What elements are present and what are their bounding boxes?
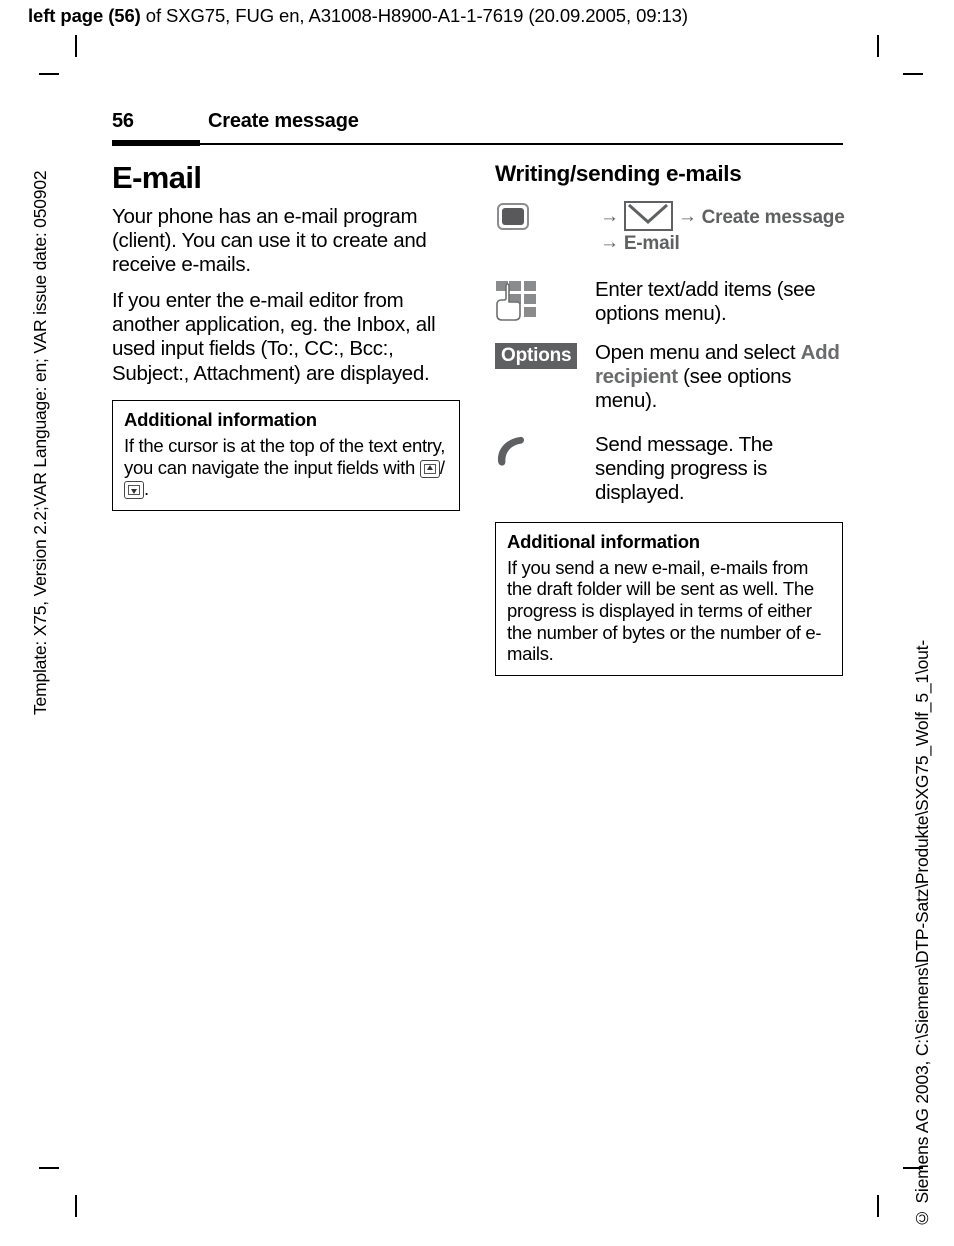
step-row-enter-text: Enter text/add items (see options menu). bbox=[495, 278, 845, 327]
info-box-icon-separator: / bbox=[439, 456, 445, 478]
running-head-rest: of SXG75, FUG en, A31008-H8900-A1-1-7619… bbox=[140, 5, 688, 26]
additional-information-box-left: Additional information If the cursor is … bbox=[112, 399, 460, 511]
step-icon-cell bbox=[495, 433, 595, 474]
info-box-body-left: If the cursor is at the top of the text … bbox=[124, 435, 449, 500]
copyright-side-note-text: © Siemens AG 2003, C:\Siemens\DTP-Satz\P… bbox=[912, 640, 932, 1228]
info-box-body-right: If you send a new e-mail, e-mails from t… bbox=[507, 556, 822, 665]
info-box-title-right: Additional information bbox=[507, 530, 700, 552]
info-box-title-left: Additional information bbox=[124, 408, 317, 430]
info-box-text-after-icons: . bbox=[144, 478, 149, 500]
step-row-send: Send message. The sending progress is di… bbox=[495, 433, 845, 506]
step-icon-cell bbox=[495, 201, 595, 230]
nav-target-email: E-mail bbox=[623, 232, 680, 254]
crop-mark-bottom-right-vertical bbox=[877, 1195, 879, 1217]
crop-mark-bottom-left-horizontal bbox=[39, 1167, 59, 1169]
crop-mark-top-right-vertical bbox=[877, 35, 879, 57]
header-rule-thin bbox=[112, 143, 843, 145]
section-heading-writing-sending: Writing/sending e-mails bbox=[495, 161, 742, 186]
page-number: 56 bbox=[112, 110, 134, 132]
nav-path-line-2: → E-mail bbox=[595, 231, 845, 256]
step-text-cell: Send message. The sending progress is di… bbox=[595, 433, 773, 505]
running-head-bold: left page (56) bbox=[28, 5, 141, 26]
step-text-cell: Enter text/add items (see options menu). bbox=[595, 277, 816, 325]
crop-mark-bottom-left-vertical bbox=[75, 1195, 77, 1217]
step-icon-cell: Options bbox=[495, 341, 595, 369]
step-row-navigate: → → Create message → E-mail bbox=[495, 200, 845, 256]
copyright-side-note: © Siemens AG 2003, C:\Siemens\DTP-Satz\P… bbox=[912, 512, 936, 1228]
arrow-icon: → bbox=[677, 205, 697, 227]
step-text-cell: → → Create message → E-mail bbox=[595, 200, 845, 256]
nav-path-line-1: → → Create message bbox=[595, 200, 845, 231]
options-softkey[interactable]: Options bbox=[495, 342, 578, 369]
info-box-text-before-icons: If the cursor is at the top of the text … bbox=[124, 434, 446, 478]
template-side-note: Template: X75, Version 2.2;VAR Language:… bbox=[30, 55, 52, 715]
step-text-cell: Open menu and select Add recipient (see … bbox=[595, 341, 845, 414]
right-column: Writing/sending e-mails → → Create message… bbox=[495, 161, 845, 676]
section-heading-email: E-mail bbox=[112, 160, 202, 195]
chapter-title: Create message bbox=[208, 110, 359, 132]
header-rule-thick bbox=[112, 140, 200, 146]
template-side-note-text: Template: X75, Version 2.2;VAR Language:… bbox=[30, 170, 50, 715]
running-head: left page (56) of SXG75, FUG en, A31008-… bbox=[28, 5, 688, 27]
nav-key-down-icon bbox=[124, 481, 144, 500]
select-key-icon bbox=[497, 202, 529, 230]
page-header: 56 Create message bbox=[112, 110, 844, 144]
paragraph-intro: Your phone has an e-mail program (client… bbox=[112, 204, 427, 276]
nav-target-create-message: Create message bbox=[701, 206, 845, 228]
crop-mark-top-right-horizontal bbox=[903, 73, 923, 75]
paragraph-editor: If you enter the e-mail editor from anot… bbox=[112, 289, 436, 385]
nav-key-up-icon bbox=[419, 459, 440, 478]
left-column: E-mail Your phone has an e-mail program … bbox=[112, 160, 462, 511]
arrow-icon: → bbox=[600, 231, 619, 253]
keypad-hand-icon bbox=[496, 280, 536, 321]
additional-information-box-right: Additional information If you send a new… bbox=[495, 521, 843, 676]
step-row-options: Options Open menu and select Add recipie… bbox=[495, 341, 845, 414]
step-icon-cell bbox=[495, 278, 595, 327]
call-key-icon bbox=[497, 436, 524, 466]
crop-mark-top-left-vertical bbox=[75, 35, 77, 57]
envelope-icon bbox=[623, 200, 673, 231]
step-text-part1: Open menu and select bbox=[595, 340, 801, 364]
arrow-icon: → bbox=[600, 205, 619, 227]
